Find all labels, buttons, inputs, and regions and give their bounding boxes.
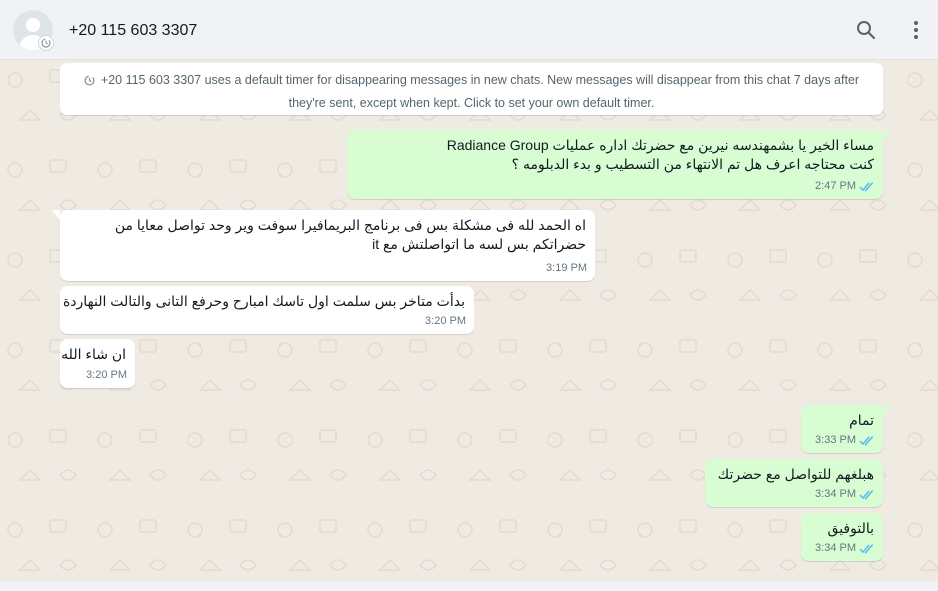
- kebab-menu-icon: [914, 21, 918, 39]
- message-meta: 3:20 PM: [86, 366, 127, 385]
- disappearing-messages-notice[interactable]: +20 115 603 3307 uses a default timer fo…: [60, 63, 883, 115]
- contact-name[interactable]: +20 115 603 3307: [69, 22, 197, 40]
- double-check-read-icon: [859, 544, 874, 554]
- message-text-line: حضراتكم بس لسه ما اتواصلتش مع it: [372, 236, 586, 252]
- search-icon: [857, 21, 876, 40]
- message-time: 2:47 PM: [815, 180, 856, 192]
- message-time: 3:34 PM: [815, 542, 856, 554]
- message-bubble-incoming[interactable]: ان شاء الله 3:20 PM: [60, 339, 135, 388]
- message-text-line: مساء الخير يا بشمهندسه نيرين مع حضرتك اد…: [446, 137, 874, 153]
- message-text-line: اه الحمد لله فى مشكلة بس فى برنامج البري…: [114, 217, 586, 233]
- message-bubble-incoming[interactable]: بدأت متاخر بس سلمت اول تاسك امبارح وحرفع…: [60, 286, 474, 334]
- notice-line-1: +20 115 603 3307 uses a default timer fo…: [100, 73, 860, 87]
- message-bubble-outgoing[interactable]: هبلغهم للتواصل مع حضرتك 3:34 PM: [705, 459, 883, 507]
- message-text-line: ان شاء الله: [61, 346, 126, 362]
- bubble-tail: [883, 130, 891, 140]
- disappearing-timer-icon: [38, 35, 54, 51]
- message-time: 3:20 PM: [425, 315, 466, 327]
- message-meta: 3:19 PM: [546, 259, 587, 278]
- message-meta: 3:20 PM: [425, 312, 466, 331]
- double-check-read-icon: [859, 490, 874, 500]
- search-button[interactable]: [852, 16, 880, 44]
- timer-icon: [84, 72, 95, 93]
- message-list[interactable]: +20 115 603 3307 uses a default timer fo…: [0, 60, 938, 581]
- message-text-line: بالتوفيق: [827, 520, 874, 536]
- message-text-line: كنت محتاجه اعرف هل تم الانتهاء من التسطي…: [511, 156, 874, 172]
- double-check-read-icon: [859, 182, 874, 192]
- chat-header: +20 115 603 3307: [0, 0, 938, 60]
- message-meta: 3:34 PM: [815, 539, 875, 558]
- message-meta: 3:34 PM: [815, 485, 875, 504]
- message-time: 3:20 PM: [86, 369, 127, 381]
- double-check-read-icon: [859, 436, 874, 446]
- message-bubble-outgoing[interactable]: تمام 3:33 PM: [801, 405, 891, 453]
- message-bubble-outgoing[interactable]: بالتوفيق 3:34 PM: [801, 513, 883, 561]
- bubble-tail: [883, 405, 891, 415]
- notice-line-2: they're sent, except when kept. Click to…: [288, 96, 655, 110]
- message-meta: 3:33 PM: [815, 431, 875, 450]
- message-text-line: بدأت متاخر بس سلمت اول تاسك امبارح وحرفع…: [62, 293, 465, 309]
- bubble-tail: [52, 210, 60, 220]
- avatar-head-shape: [26, 18, 40, 32]
- message-text-line: تمام: [849, 412, 874, 428]
- message-time: 3:34 PM: [815, 488, 856, 500]
- message-time: 3:33 PM: [815, 434, 856, 446]
- message-text-line: هبلغهم للتواصل مع حضرتك: [717, 466, 874, 482]
- menu-button[interactable]: [902, 16, 930, 44]
- message-bubble-outgoing[interactable]: مساء الخير يا بشمهندسه نيرين مع حضرتك اد…: [347, 130, 891, 199]
- message-bubble-incoming[interactable]: اه الحمد لله فى مشكلة بس فى برنامج البري…: [52, 210, 595, 281]
- footer-strip: [0, 581, 938, 591]
- message-time: 3:19 PM: [546, 262, 587, 274]
- message-meta: 2:47 PM: [815, 177, 875, 196]
